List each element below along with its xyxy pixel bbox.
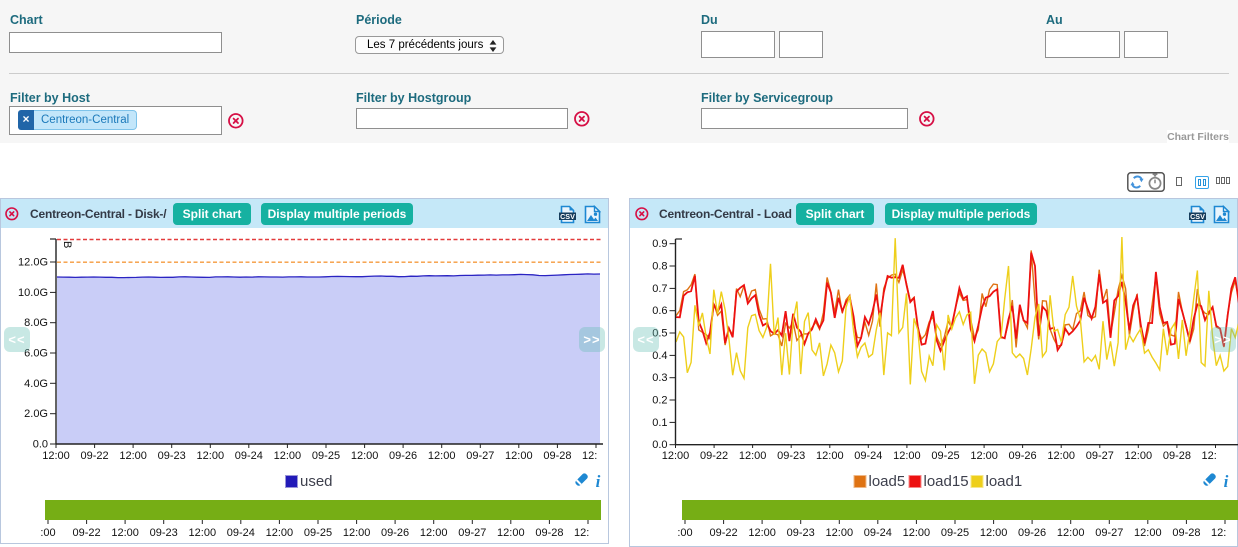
svg-text:used: used	[300, 473, 333, 490]
svg-text:09-27: 09-27	[1086, 450, 1114, 462]
svg-text:09-26: 09-26	[381, 527, 409, 539]
svg-text:09-22: 09-22	[700, 450, 728, 462]
svg-text:2.0G: 2.0G	[24, 408, 48, 420]
svg-text:12:00: 12:00	[189, 527, 217, 539]
svg-text:09-25: 09-25	[941, 527, 969, 539]
svg-text:i: i	[1224, 472, 1229, 491]
svg-text:12:00: 12:00	[497, 527, 525, 539]
svg-text:0.7: 0.7	[652, 283, 667, 295]
svg-text:09-26: 09-26	[1009, 450, 1037, 462]
svg-text:12:00: 12:00	[420, 527, 448, 539]
svg-text:load1: load1	[986, 473, 1023, 490]
svg-text:12:00: 12:00	[197, 450, 225, 462]
svg-text:09-22: 09-22	[81, 450, 109, 462]
svg-text:09-27: 09-27	[466, 450, 494, 462]
svg-text::00: :00	[677, 527, 692, 539]
svg-text:09-25: 09-25	[931, 450, 959, 462]
svg-text:0.2: 0.2	[652, 395, 667, 407]
svg-text:12:00: 12:00	[980, 527, 1008, 539]
svg-text:09-24: 09-24	[227, 527, 255, 539]
svg-text:12.0G: 12.0G	[18, 257, 48, 269]
svg-text:12:00: 12:00	[111, 527, 139, 539]
svg-text:09-24: 09-24	[235, 450, 263, 462]
svg-text:09-28: 09-28	[1163, 450, 1191, 462]
svg-text:0.8: 0.8	[652, 261, 667, 273]
svg-text:12:: 12:	[582, 450, 597, 462]
svg-text:10.0G: 10.0G	[18, 287, 48, 299]
svg-text:0.3: 0.3	[652, 372, 667, 384]
svg-text:09-28: 09-28	[1172, 527, 1200, 539]
svg-text:load5: load5	[869, 473, 906, 490]
svg-text:09-23: 09-23	[150, 527, 178, 539]
svg-text:12:00: 12:00	[505, 450, 533, 462]
svg-text:09-25: 09-25	[304, 527, 332, 539]
svg-text::00: :00	[40, 527, 55, 539]
svg-text:12:00: 12:00	[970, 450, 998, 462]
svg-text:09-23: 09-23	[777, 450, 805, 462]
svg-text:12:00: 12:00	[266, 527, 294, 539]
svg-text:i: i	[596, 472, 601, 491]
svg-text:09-28: 09-28	[535, 527, 563, 539]
svg-text:0.1: 0.1	[652, 417, 667, 429]
svg-text:4.0G: 4.0G	[24, 378, 48, 390]
svg-text:load15: load15	[924, 473, 969, 490]
svg-text:12:00: 12:00	[903, 527, 931, 539]
svg-text:12:00: 12:00	[1134, 527, 1162, 539]
svg-text:09-27: 09-27	[1095, 527, 1123, 539]
svg-text:09-23: 09-23	[158, 450, 186, 462]
svg-text:09-25: 09-25	[312, 450, 340, 462]
svg-text:09-24: 09-24	[854, 450, 882, 462]
svg-text:0.9: 0.9	[652, 238, 667, 250]
svg-text:B: B	[61, 241, 73, 248]
svg-text:0.0: 0.0	[33, 439, 48, 451]
svg-text:12:00: 12:00	[1047, 450, 1075, 462]
svg-text:12:00: 12:00	[662, 450, 690, 462]
svg-text:12:00: 12:00	[428, 450, 456, 462]
svg-text:12:: 12:	[1211, 527, 1226, 539]
svg-text:12:00: 12:00	[274, 450, 302, 462]
svg-text:12:00: 12:00	[42, 450, 70, 462]
svg-text:12:00: 12:00	[119, 450, 147, 462]
svg-text:12:00: 12:00	[739, 450, 767, 462]
svg-text:12:00: 12:00	[748, 527, 776, 539]
svg-text:09-24: 09-24	[864, 527, 892, 539]
svg-text:12:00: 12:00	[816, 450, 844, 462]
svg-text:09-26: 09-26	[1018, 527, 1046, 539]
svg-text:09-22: 09-22	[710, 527, 738, 539]
svg-text:12:00: 12:00	[1057, 527, 1085, 539]
svg-text:09-23: 09-23	[787, 527, 815, 539]
svg-text:09-22: 09-22	[73, 527, 101, 539]
svg-text:12:00: 12:00	[893, 450, 921, 462]
svg-text:12:00: 12:00	[351, 450, 379, 462]
svg-text:0.6: 0.6	[652, 305, 667, 317]
svg-text:12:: 12:	[574, 527, 589, 539]
svg-text:09-27: 09-27	[458, 527, 486, 539]
svg-text:09-26: 09-26	[389, 450, 417, 462]
svg-text:12:00: 12:00	[343, 527, 371, 539]
svg-text:12:00: 12:00	[826, 527, 854, 539]
svg-text:12:00: 12:00	[1125, 450, 1153, 462]
svg-text:12:: 12:	[1202, 450, 1217, 462]
svg-text:09-28: 09-28	[543, 450, 571, 462]
